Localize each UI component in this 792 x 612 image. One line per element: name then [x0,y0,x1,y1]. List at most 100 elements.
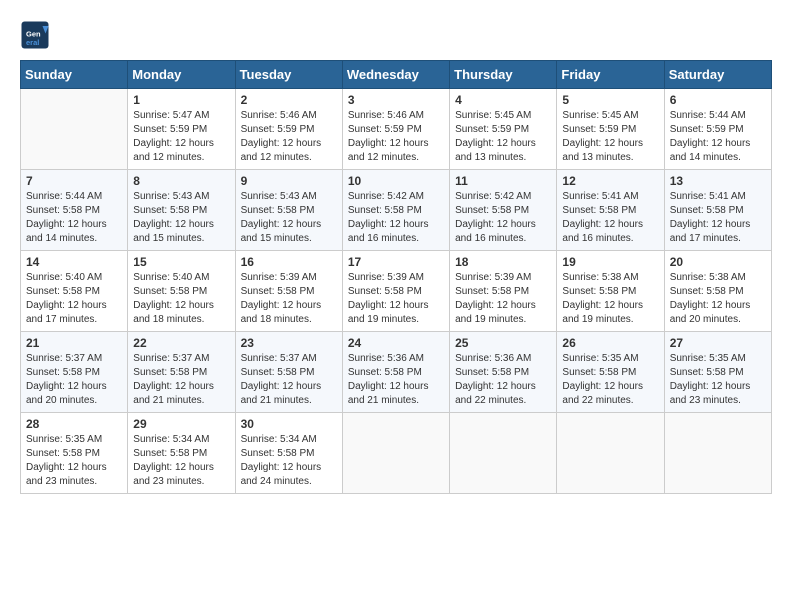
sunrise-text: Sunrise: 5:46 AM [348,110,424,121]
sunset-text: Sunset: 5:58 PM [133,286,207,297]
column-header-monday: Monday [128,61,235,89]
day-number: 10 [348,174,444,188]
daylight-text: Daylight: 12 hours [241,219,322,230]
sunrise-text: Sunrise: 5:40 AM [133,272,209,283]
calendar-week-row: 28Sunrise: 5:35 AMSunset: 5:58 PMDayligh… [21,413,772,494]
calendar-cell [21,89,128,170]
sunset-text: Sunset: 5:58 PM [26,448,100,459]
daylight-text: Daylight: 12 hours [133,138,214,149]
sunrise-text: Sunrise: 5:36 AM [455,353,531,364]
daylight-minutes: and 19 minutes. [455,314,526,325]
day-info: Sunrise: 5:46 AMSunset: 5:59 PMDaylight:… [348,109,444,165]
daylight-text: Daylight: 12 hours [670,138,751,149]
sunset-text: Sunset: 5:59 PM [133,124,207,135]
calendar-cell: 9 Sunrise: 5:43 AM Sunset: 5:58 PM Daylight… [235,170,342,251]
day-info: Sunrise: 5:41 AMSunset: 5:58 PMDaylight:… [562,190,658,246]
daylight-minutes: and 17 minutes. [670,233,741,244]
daylight-minutes: and 12 minutes. [348,152,419,163]
daylight-minutes: and 13 minutes. [455,152,526,163]
day-info: Sunrise: 5:35 AMSunset: 5:58 PMDaylight:… [670,352,766,408]
sunset-text: Sunset: 5:58 PM [348,286,422,297]
sunrise-text: Sunrise: 5:35 AM [562,353,638,364]
daylight-text: Daylight: 12 hours [133,219,214,230]
day-number: 28 [26,417,122,431]
daylight-minutes: and 18 minutes. [133,314,204,325]
calendar-cell: 13Sunrise: 5:41 AMSunset: 5:58 PMDayligh… [664,170,771,251]
calendar-cell: 3Sunrise: 5:46 AMSunset: 5:59 PMDaylight… [342,89,449,170]
sunrise-text: Sunrise: 5:38 AM [670,272,746,283]
daylight-minutes: and 16 minutes. [348,233,419,244]
sunset-text: Sunset: 5:58 PM [241,205,315,216]
day-number: 5 [562,93,658,107]
day-info: Sunrise: 5:46 AMSunset: 5:59 PMDaylight:… [241,109,337,165]
daylight-text: Daylight: 12 hours [241,462,322,473]
daylight-minutes: and 19 minutes. [348,314,419,325]
day-number: 1 [133,93,229,107]
calendar-week-row: 7Sunrise: 5:44 AMSunset: 5:58 PMDaylight… [21,170,772,251]
day-number: 27 [670,336,766,350]
day-info: Sunrise: 5:43 AM Sunset: 5:58 PM Daylight:… [241,190,337,246]
calendar-cell: 23Sunrise: 5:37 AMSunset: 5:58 PMDayligh… [235,332,342,413]
day-number: 9 [241,174,337,188]
daylight-text: Daylight: 12 hours [455,300,536,311]
sunset-text: Sunset: 5:58 PM [455,286,529,297]
daylight-text: Daylight: 12 hours [133,462,214,473]
day-number: 7 [26,174,122,188]
daylight-minutes: and 21 minutes. [241,395,312,406]
daylight-text: Daylight: 12 hours [670,219,751,230]
sunrise-text: Sunrise: 5:37 AM [241,353,317,364]
sunset-text: Sunset: 5:59 PM [348,124,422,135]
daylight-minutes: and 16 minutes. [562,233,633,244]
calendar-cell: 12Sunrise: 5:41 AMSunset: 5:58 PMDayligh… [557,170,664,251]
day-info: Sunrise: 5:36 AMSunset: 5:58 PMDaylight:… [348,352,444,408]
day-info: Sunrise: 5:39 AMSunset: 5:58 PMDaylight:… [455,271,551,327]
daylight-text: Daylight: 12 hours [562,381,643,392]
daylight-minutes: and 19 minutes. [562,314,633,325]
daylight-minutes: and 22 minutes. [562,395,633,406]
daylight-text: Daylight: 12 hours [562,219,643,230]
calendar-cell: 6Sunrise: 5:44 AMSunset: 5:59 PMDaylight… [664,89,771,170]
sunrise-text: Sunrise: 5:40 AM [26,272,102,283]
day-number: 25 [455,336,551,350]
sunrise-text: Sunrise: 5:38 AM [562,272,638,283]
daylight-text: Daylight: 12 hours [562,138,643,149]
calendar-cell: 22Sunrise: 5:37 AMSunset: 5:58 PMDayligh… [128,332,235,413]
day-info: Sunrise: 5:34 AMSunset: 5:58 PMDaylight:… [241,433,337,489]
daylight-minutes: and 20 minutes. [26,395,97,406]
day-info: Sunrise: 5:34 AMSunset: 5:58 PMDaylight:… [133,433,229,489]
day-number: 17 [348,255,444,269]
day-info: Sunrise: 5:40 AMSunset: 5:58 PMDaylight:… [26,271,122,327]
calendar-cell: 20Sunrise: 5:38 AMSunset: 5:58 PMDayligh… [664,251,771,332]
daylight-text: Daylight: 12 hours [133,381,214,392]
daylight-minutes: and 14 minutes. [670,152,741,163]
column-header-saturday: Saturday [664,61,771,89]
calendar-cell: 15Sunrise: 5:40 AMSunset: 5:58 PMDayligh… [128,251,235,332]
day-info: Sunrise: 5:37 AMSunset: 5:58 PMDaylight:… [133,352,229,408]
day-number: 19 [562,255,658,269]
calendar-cell: 7Sunrise: 5:44 AMSunset: 5:58 PMDaylight… [21,170,128,251]
day-number: 24 [348,336,444,350]
page-header: Gen eral [20,20,772,50]
day-info: Sunrise: 5:42 AMSunset: 5:58 PMDaylight:… [455,190,551,246]
day-number: 6 [670,93,766,107]
daylight-minutes: and 14 minutes. [26,233,97,244]
sunset-text: Sunset: 5:58 PM [26,286,100,297]
sunrise-text: Sunrise: 5:37 AM [26,353,102,364]
sunset-text: Sunset: 5:58 PM [133,448,207,459]
day-info: Sunrise: 5:47 AMSunset: 5:59 PMDaylight:… [133,109,229,165]
sunset-text: Sunset: 5:58 PM [133,367,207,378]
sunrise-text: Sunrise: 5:43 AM [241,191,317,202]
sunrise-text: Sunrise: 5:46 AM [241,110,317,121]
calendar-week-row: 14Sunrise: 5:40 AMSunset: 5:58 PMDayligh… [21,251,772,332]
calendar-cell: 2 Sunrise: 5:46 AMSunset: 5:59 PMDaylight… [235,89,342,170]
calendar-cell: 18Sunrise: 5:39 AMSunset: 5:58 PMDayligh… [450,251,557,332]
column-header-tuesday: Tuesday [235,61,342,89]
day-number: 3 [348,93,444,107]
calendar-cell: 21Sunrise: 5:37 AMSunset: 5:58 PMDayligh… [21,332,128,413]
sunrise-text: Sunrise: 5:34 AM [241,434,317,445]
logo-icon: Gen eral [20,20,50,50]
sunset-text: Sunset: 5:58 PM [670,205,744,216]
day-number: 2 [241,93,337,107]
day-info: Sunrise: 5:36 AMSunset: 5:58 PMDaylight:… [455,352,551,408]
logo: Gen eral [20,20,54,50]
